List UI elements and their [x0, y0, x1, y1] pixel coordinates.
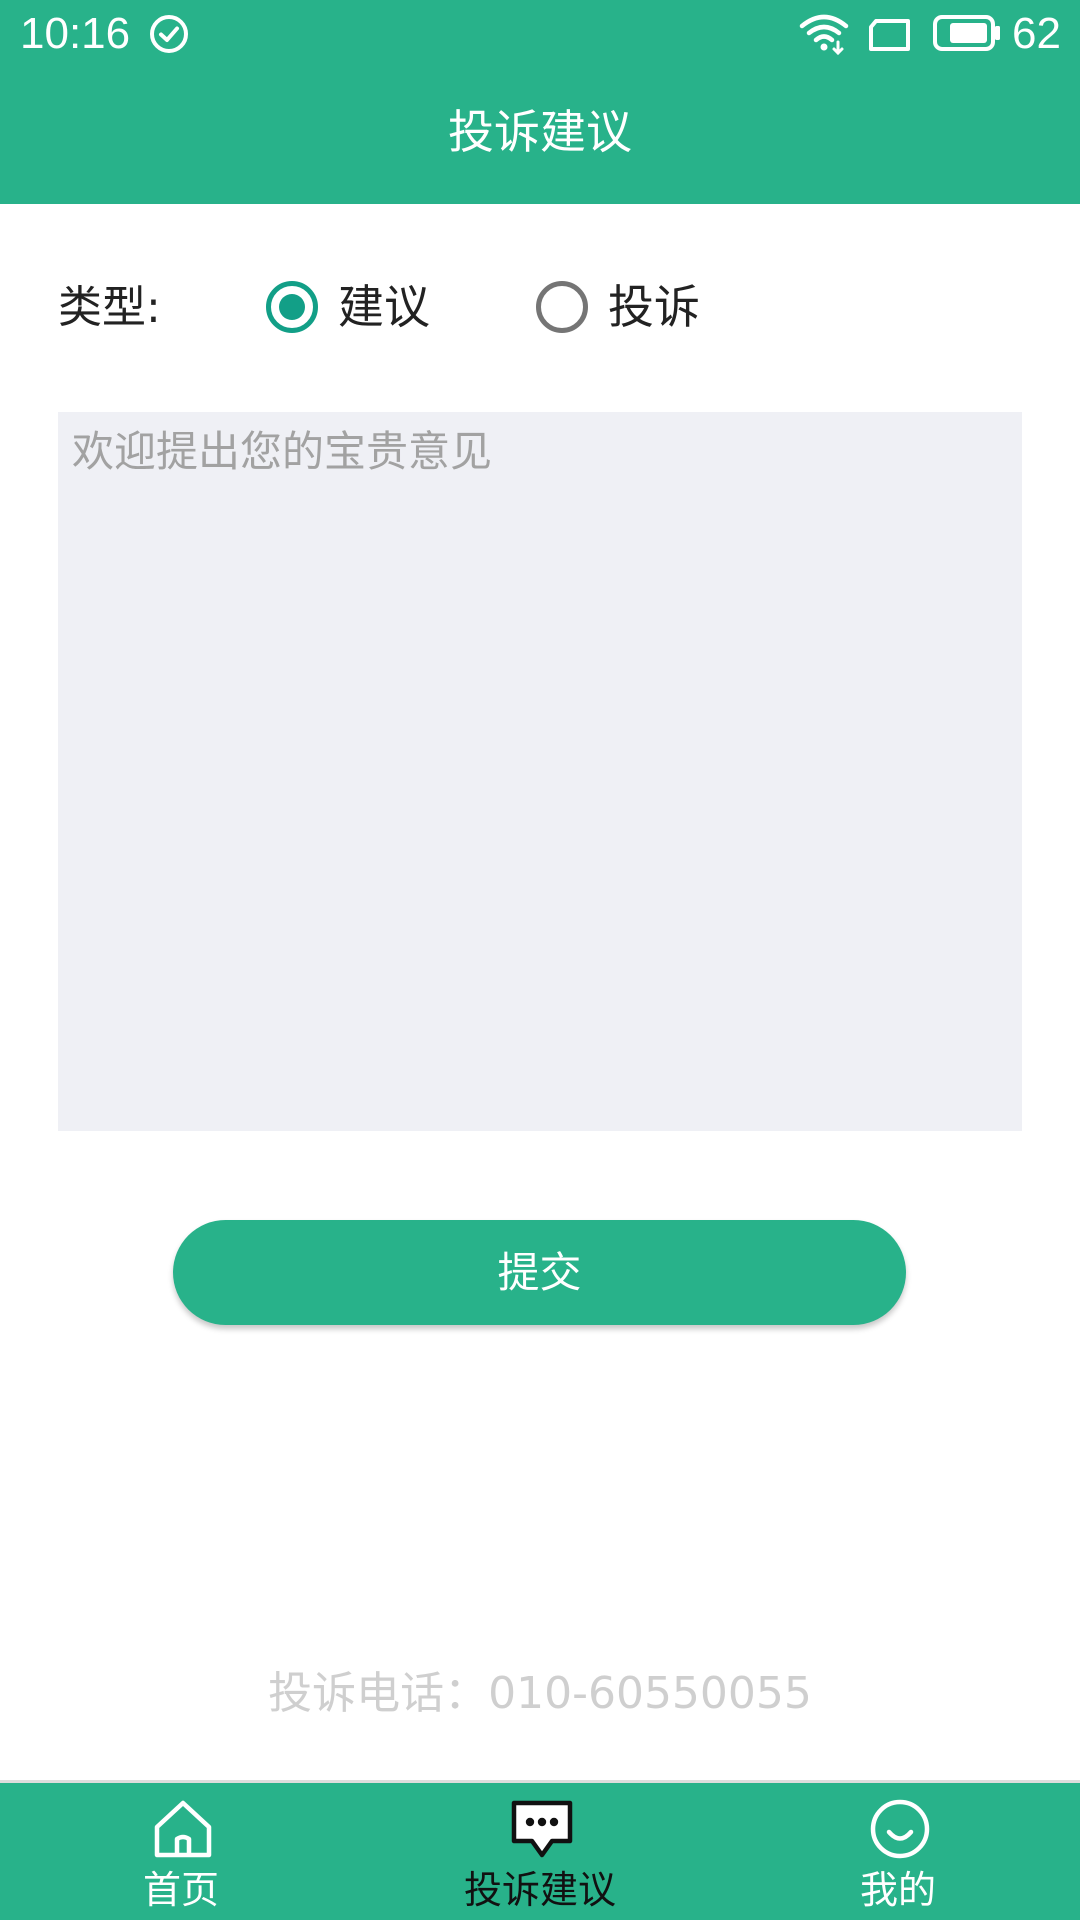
radio-suggestion[interactable]: 建议 [266, 276, 430, 338]
complaint-hotline: 投诉电话：010-60550055 [268, 1668, 812, 1719]
wifi-icon [799, 14, 849, 56]
nav-item-mine[interactable]: 我的 [748, 1783, 1048, 1920]
bottom-nav: 首页 投诉建议 我的 [0, 1780, 1080, 1920]
battery-icon [933, 15, 1000, 51]
nav-item-complaint-suggestion[interactable]: 投诉建议 [390, 1783, 690, 1920]
radio-suggestion-label: 建议 [338, 280, 430, 334]
radio-complaint[interactable]: 投诉 [536, 276, 700, 338]
chat-bubble-icon [511, 1800, 573, 1858]
nav-label-complaint-suggestion: 投诉建议 [463, 1868, 616, 1912]
nav-item-home[interactable]: 首页 [31, 1783, 331, 1920]
app-header: 10:16 62 投诉建议 [0, 0, 1080, 204]
type-label: 类型: [58, 282, 161, 333]
feedback-input[interactable] [58, 412, 1022, 1131]
home-icon [154, 1800, 212, 1858]
smiley-icon [870, 1799, 930, 1859]
radio-selected-icon[interactable] [266, 281, 318, 333]
page-title: 投诉建议 [448, 105, 632, 159]
status-time: 10:16 [20, 9, 131, 58]
check-circle-icon [150, 15, 188, 53]
battery-level: 62 [1012, 9, 1061, 58]
nav-label-mine: 我的 [859, 1868, 936, 1912]
radio-complaint-label: 投诉 [608, 280, 700, 334]
nav-label-home: 首页 [142, 1868, 219, 1912]
submit-button[interactable]: 提交 [173, 1220, 906, 1325]
radio-unselected-icon[interactable] [536, 281, 588, 333]
sim-card-icon [869, 19, 910, 51]
complaint-suggestion-screen: 10:16 62 投诉建议 类型: 建议 投诉 欢迎提出您的宝贵意见 提交 投诉… [0, 0, 1080, 1920]
